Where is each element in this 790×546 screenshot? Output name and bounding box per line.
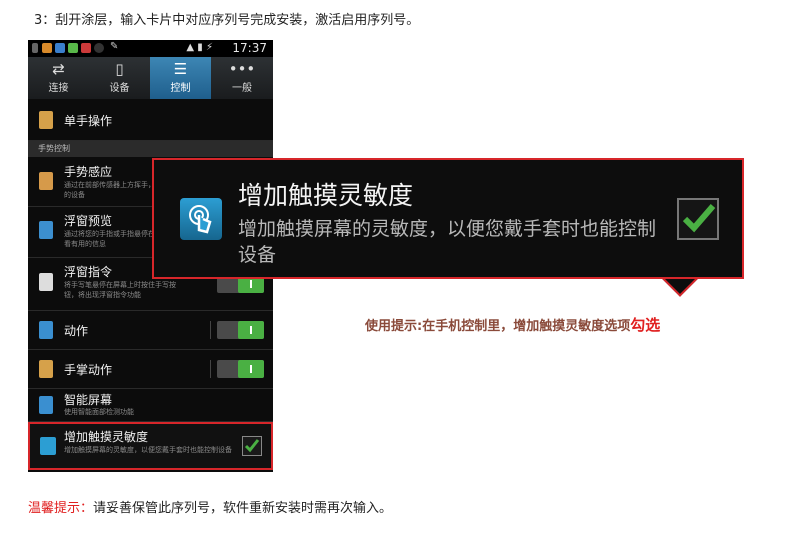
hand-icon [39, 111, 53, 129]
bottom-note: 温馨提示：请妥善保管此序列号，软件重新安装时需再次输入。 [28, 497, 392, 516]
usb-icon [32, 43, 38, 53]
app-icon [55, 43, 65, 53]
toggle-switch[interactable] [217, 321, 264, 339]
zoom-callout: 增加触摸灵敏度 增加触摸屏幕的灵敏度，以便您戴手套时也能控制设备 [152, 158, 744, 279]
tab-bar: ⇄ 连接 ▯ 设备 ☰ 控制 ••• 一般 [28, 57, 273, 99]
signal-icon: ▲ ▮ ⚡ [186, 42, 213, 53]
warm-tip-text: 请妥善保管此序列号，软件重新安装时需再次输入。 [93, 501, 393, 516]
tab-controls[interactable]: ☰ 控制 [150, 57, 211, 99]
checkmark-icon [682, 204, 716, 233]
tip-emphasis: 勾选 [630, 316, 661, 334]
usage-tip: 使用提示:在手机控制里，增加触摸灵敏度选项勾选 [365, 316, 661, 334]
app-icon [94, 43, 104, 53]
dots-icon: ••• [228, 60, 256, 78]
callout-title: 增加触摸灵敏度 [238, 181, 414, 210]
list-item[interactable]: 动作 [28, 311, 273, 350]
clock: 17:37 [232, 41, 267, 55]
phone-icon: ▯ [115, 60, 124, 78]
touch-icon [40, 437, 56, 455]
warm-tip-label: 温馨提示： [28, 501, 94, 516]
divider [210, 360, 211, 378]
gesture-icon [39, 172, 53, 190]
pen-icon [39, 273, 53, 291]
one-hand-operation-item[interactable]: 单手操作 [28, 100, 273, 141]
list-item[interactable]: 手掌动作 [28, 350, 273, 389]
list-item[interactable]: 智能屏幕 使用智能面部检测功能 [28, 389, 273, 422]
tab-general[interactable]: ••• 一般 [211, 57, 273, 99]
status-bar: ✎ ▲ ▮ ⚡ 17:37 [28, 40, 273, 57]
app-icon [42, 43, 52, 53]
pen-icon: ✎ [110, 41, 119, 52]
divider [210, 321, 211, 339]
app-icon [68, 43, 78, 53]
callout-description: 增加触摸屏幕的灵敏度，以便您戴手套时也能控制设备 [238, 218, 657, 266]
toggle-switch[interactable] [217, 360, 264, 378]
touch-icon [180, 198, 222, 240]
motion-icon [39, 321, 53, 339]
touch-sensitivity-item[interactable]: 增加触摸灵敏度 增加触摸屏幕的灵敏度，以便您戴手套时也能控制设备 [28, 422, 273, 470]
arrows-icon: ⇄ [52, 60, 65, 78]
touch-sensitivity-checkbox[interactable] [242, 436, 262, 456]
smart-screen-icon [39, 396, 53, 414]
tab-device[interactable]: ▯ 设备 [89, 57, 150, 99]
top-instruction: 3：刮开涂层，输入卡片中对应序列号完成安装，激活启用序列号。 [34, 13, 420, 28]
checkmark-icon [244, 439, 260, 453]
section-header: 手势控制 [28, 141, 273, 157]
palm-icon [39, 360, 53, 378]
callout-checkbox[interactable] [677, 198, 719, 240]
hover-icon [39, 221, 53, 239]
sliders-icon: ☰ [173, 60, 188, 78]
app-icon [81, 43, 91, 53]
tab-connections[interactable]: ⇄ 连接 [28, 57, 89, 99]
